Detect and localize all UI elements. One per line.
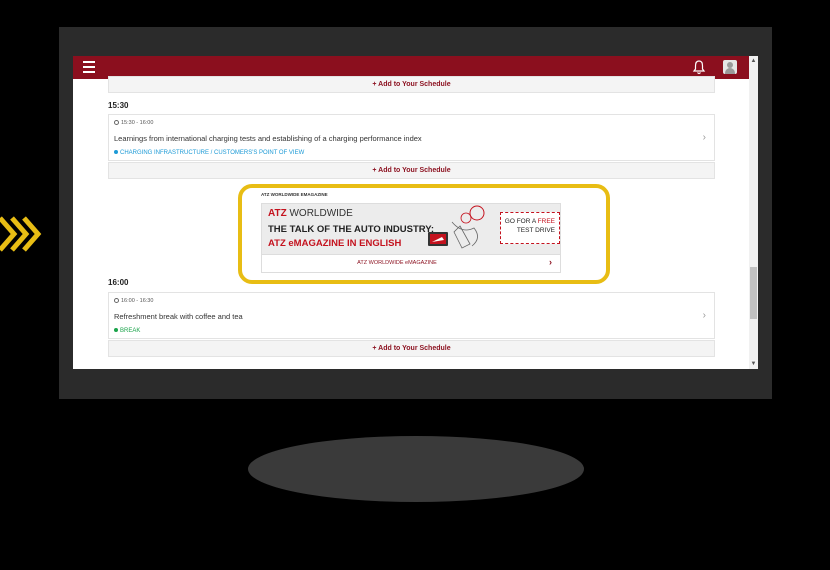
topic-dot-icon [114, 328, 118, 332]
session-card[interactable]: 15:30 - 16:00 Learnings from internation… [108, 114, 715, 161]
user-avatar-icon[interactable] [723, 60, 737, 74]
app-screen: + Add to Your Schedule 15:30 15:30 - 16:… [73, 56, 758, 369]
add-to-schedule-button[interactable]: + Add to Your Schedule [108, 76, 715, 93]
clock-icon [114, 298, 119, 303]
time-slot-heading: 15:30 [108, 101, 129, 110]
session-time: 15:30 - 16:00 [114, 120, 153, 126]
chevron-right-icon: › [702, 132, 706, 143]
session-title: Refreshment break with coffee and tea [114, 312, 243, 321]
double-chevron-right-icon [0, 216, 42, 252]
session-topic-tag[interactable]: BREAK [114, 328, 140, 334]
clock-icon [114, 120, 119, 125]
scroll-up-icon[interactable]: ▲ [749, 56, 758, 66]
add-to-schedule-button[interactable]: + Add to Your Schedule [108, 340, 715, 357]
chevron-right-icon: › [702, 310, 706, 321]
session-title: Learnings from international charging te… [114, 134, 422, 143]
scroll-down-icon[interactable]: ▼ [749, 359, 758, 369]
topic-dot-icon [114, 150, 118, 154]
time-slot-heading: 16:00 [108, 278, 129, 287]
hamburger-menu-icon[interactable] [83, 61, 95, 73]
session-card[interactable]: 16:00 - 16:30 Refreshment break with cof… [108, 292, 715, 339]
bell-icon[interactable] [692, 60, 706, 75]
session-topic-tag[interactable]: CHARGING INFRASTRUCTURE / CUSTOMERS'S PO… [114, 150, 304, 156]
add-to-schedule-button[interactable]: + Add to Your Schedule [108, 162, 715, 179]
scrollbar-thumb[interactable] [750, 267, 757, 319]
session-time: 16:00 - 16:30 [114, 298, 153, 304]
highlight-frame [238, 184, 610, 284]
vertical-scrollbar[interactable]: ▲ ▼ [749, 56, 758, 369]
monitor-stand-base [248, 436, 584, 502]
